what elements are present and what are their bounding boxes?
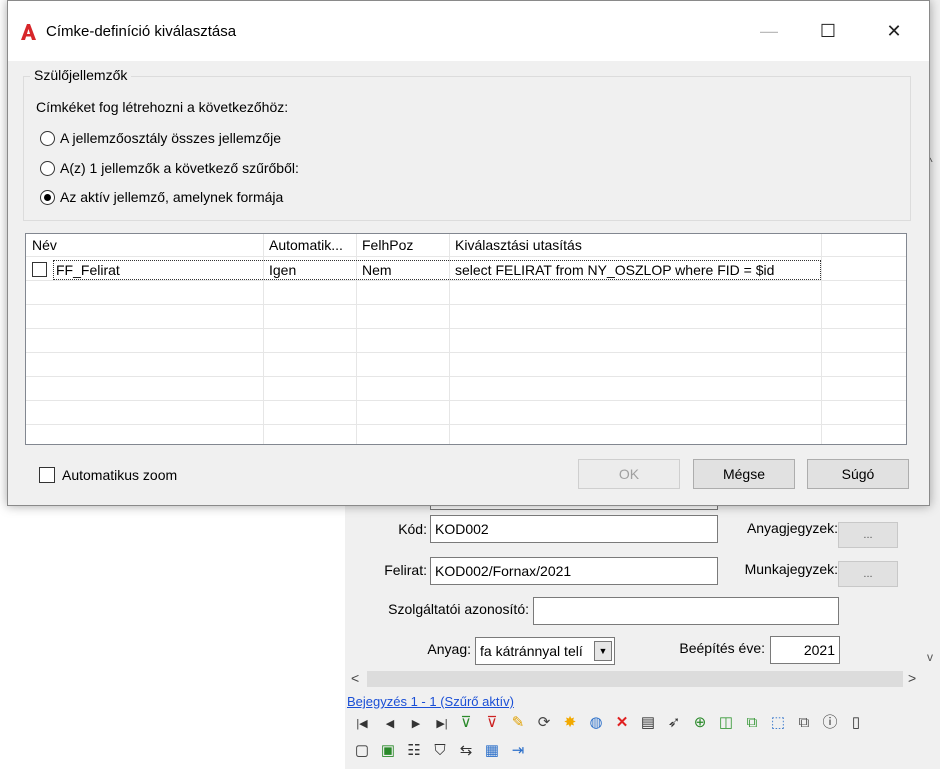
scrollbar-thumb[interactable]: [367, 671, 903, 687]
row-checkbox[interactable]: [32, 262, 47, 277]
group-legend: Szülőjellemzők: [30, 67, 132, 83]
ok-button[interactable]: OK: [578, 459, 680, 489]
export-icon[interactable]: ⇥: [509, 742, 527, 760]
radio-button[interactable]: [40, 160, 55, 176]
minimize-button[interactable]: —: [747, 13, 791, 49]
row-divider: [26, 400, 906, 401]
row-divider: [26, 376, 906, 377]
row-divider: [26, 424, 906, 425]
new-sheet-icon[interactable]: ☷: [405, 742, 423, 760]
cell-userpos: Nem: [362, 262, 392, 278]
radio-filter-features[interactable]: A(z) 1 jellemzők a következő szűrőből:: [40, 160, 299, 176]
row-divider: [26, 280, 906, 281]
column-header-automatic[interactable]: Automatik...: [263, 234, 356, 256]
radio-label: Az aktív jellemző, amelynek formája: [60, 189, 284, 205]
radio-all-features[interactable]: A jellemzőosztály összes jellemzője: [40, 130, 281, 146]
title-bar[interactable]: Címke-definíció kiválasztása — ☐ ✕: [8, 1, 929, 61]
group-description: Címkéket fog létrehozni a következőhöz:: [36, 99, 289, 115]
felirat-label: Felirat:: [384, 562, 427, 578]
munkajegyzek-button[interactable]: ...: [838, 561, 898, 587]
label-definitions-table[interactable]: Név Automatik... FelhPoz Kiválasztási ut…: [25, 233, 907, 445]
szolg-field[interactable]: [533, 597, 839, 625]
radio-label: A jellemzőosztály összes jellemzője: [60, 130, 281, 146]
info-icon[interactable]: ⓘ: [821, 714, 839, 732]
column-header-userpos[interactable]: FelhPoz: [356, 234, 449, 256]
radio-label: A(z) 1 jellemzők a következő szűrőből:: [60, 160, 299, 176]
next-record-icon[interactable]: ▶: [407, 715, 425, 733]
edit-pencil-icon[interactable]: ✎: [509, 714, 527, 732]
chevron-down-icon[interactable]: ▼: [594, 641, 612, 661]
anyagjegyzek-button[interactable]: ...: [838, 522, 898, 548]
anyagjegyzek-label: Anyagjegyzek:: [746, 520, 838, 536]
status-text: Bejegyzés 1 - 1 (Szűrő aktív): [347, 694, 514, 709]
layers-icon[interactable]: ⧉: [795, 714, 813, 732]
cell-automatic: Igen: [269, 262, 297, 278]
autocad-logo-icon: [19, 23, 37, 41]
remove-filter-icon[interactable]: ⊽: [483, 714, 501, 732]
select-area-icon[interactable]: ⬚: [769, 714, 787, 732]
cube-icon[interactable]: ◫: [717, 714, 735, 732]
scroll-right-icon[interactable]: >: [908, 670, 916, 686]
checkbox-box[interactable]: [39, 467, 55, 483]
delete-icon[interactable]: ✕: [613, 714, 631, 732]
anyag-label: Anyag:: [427, 641, 471, 657]
connect-icon[interactable]: ⇆: [457, 742, 475, 760]
previous-record-icon[interactable]: ◀: [381, 715, 399, 733]
shield-check-icon[interactable]: ⛉: [431, 742, 449, 760]
munkajegyzek-label: Munkajegyzek:: [744, 561, 838, 577]
select-label-definition-dialog: Címke-definíció kiválasztása — ☐ ✕ Szülő…: [7, 0, 930, 506]
close-button[interactable]: ✕: [872, 13, 916, 49]
cancel-button[interactable]: Mégse: [693, 459, 795, 489]
zoom-icon[interactable]: ⊕: [691, 714, 709, 732]
add-filter-icon[interactable]: ⊽: [457, 714, 475, 732]
beepites-label: Beépítés éve:: [679, 640, 765, 656]
column-header-name[interactable]: Név: [26, 234, 263, 256]
table-icon[interactable]: ▦: [483, 742, 501, 760]
blank-page-icon[interactable]: ▢: [353, 742, 371, 760]
column-divider: [821, 234, 822, 444]
select-pointer-icon[interactable]: ➶: [665, 714, 683, 732]
kod-label: Kód:: [398, 521, 427, 537]
row-divider: [26, 256, 906, 257]
print-icon[interactable]: ▤: [639, 714, 657, 732]
refresh-icon[interactable]: ⟳: [535, 714, 553, 732]
help-button[interactable]: Súgó: [807, 459, 909, 489]
row-divider: [26, 304, 906, 305]
document-icon[interactable]: ▯: [847, 714, 865, 732]
radio-active-feature[interactable]: Az aktív jellemző, amelynek formája: [40, 189, 283, 205]
radio-button[interactable]: [40, 130, 55, 146]
cell-name: FF_Felirat: [56, 262, 120, 278]
last-record-icon[interactable]: ▶|: [433, 715, 451, 733]
new-star-icon[interactable]: ✸: [561, 714, 579, 732]
cell-select-statement: select FELIRAT from NY_OSZLOP where FID …: [455, 262, 775, 278]
horizontal-scrollbar[interactable]: < >: [345, 669, 940, 689]
row-divider: [26, 352, 906, 353]
auto-zoom-checkbox[interactable]: Automatikus zoom: [39, 467, 177, 483]
scroll-left-icon[interactable]: <: [351, 670, 359, 686]
dialog-title: Címke-definíció kiválasztása: [46, 23, 237, 40]
anyag-value: fa kátránnyal telí: [480, 643, 583, 659]
first-record-icon[interactable]: |◀: [353, 715, 371, 733]
row-divider: [26, 328, 906, 329]
kod-field[interactable]: KOD002: [430, 515, 718, 543]
copy-shape-icon[interactable]: ⧉: [743, 714, 761, 732]
add-record-icon[interactable]: ▣: [379, 742, 397, 760]
globe-icon[interactable]: ◍: [587, 714, 605, 732]
maximize-button[interactable]: ☐: [806, 13, 850, 49]
beepites-field[interactable]: 2021: [770, 636, 840, 664]
felirat-field[interactable]: KOD002/Fornax/2021: [430, 557, 718, 585]
scroll-down-arrow[interactable]: v: [927, 650, 933, 664]
auto-zoom-label: Automatikus zoom: [62, 467, 178, 483]
column-header-select-statement[interactable]: Kiválasztási utasítás: [449, 234, 821, 256]
radio-button-checked[interactable]: [40, 189, 55, 205]
szolg-label: Szolgáltatói azonosító:: [388, 601, 529, 617]
anyag-select[interactable]: fa kátránnyal telí ▼: [475, 637, 615, 665]
